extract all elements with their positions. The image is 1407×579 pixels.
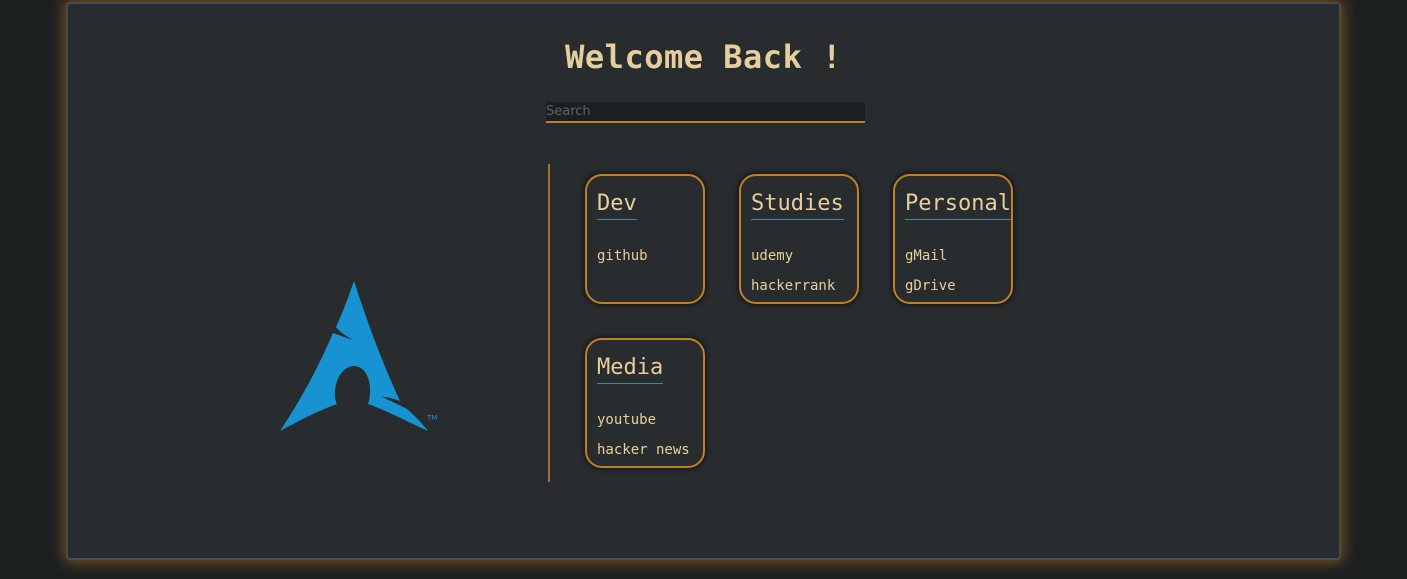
vertical-divider <box>548 164 550 482</box>
trademark-label: TM <box>426 414 437 422</box>
card-title: Media <box>597 353 664 384</box>
arch-linux-logo-icon: TM <box>280 281 437 431</box>
card-dev: Dev github <box>585 174 705 304</box>
card-title: Dev <box>597 189 637 220</box>
card-title: Personal <box>905 189 1011 220</box>
card-personal: Personal gMail gDrive <box>893 174 1013 304</box>
link-hacker-news[interactable]: hacker news <box>597 435 690 465</box>
link-hackerrank[interactable]: hackerrank <box>751 271 835 301</box>
card-media: Media youtube hacker news <box>585 338 705 468</box>
link-udemy[interactable]: udemy <box>751 241 835 271</box>
card-title: Studies <box>751 189 844 220</box>
page-title: Welcome Back ! <box>565 38 842 76</box>
link-gdrive[interactable]: gDrive <box>905 271 956 301</box>
link-gmail[interactable]: gMail <box>905 241 956 271</box>
card-studies: Studies udemy hackerrank <box>739 174 859 304</box>
search-input[interactable] <box>546 102 865 123</box>
main-panel: Welcome Back ! TM Dev github Studies ude… <box>66 2 1341 560</box>
link-github[interactable]: github <box>597 241 648 271</box>
link-youtube[interactable]: youtube <box>597 405 690 435</box>
